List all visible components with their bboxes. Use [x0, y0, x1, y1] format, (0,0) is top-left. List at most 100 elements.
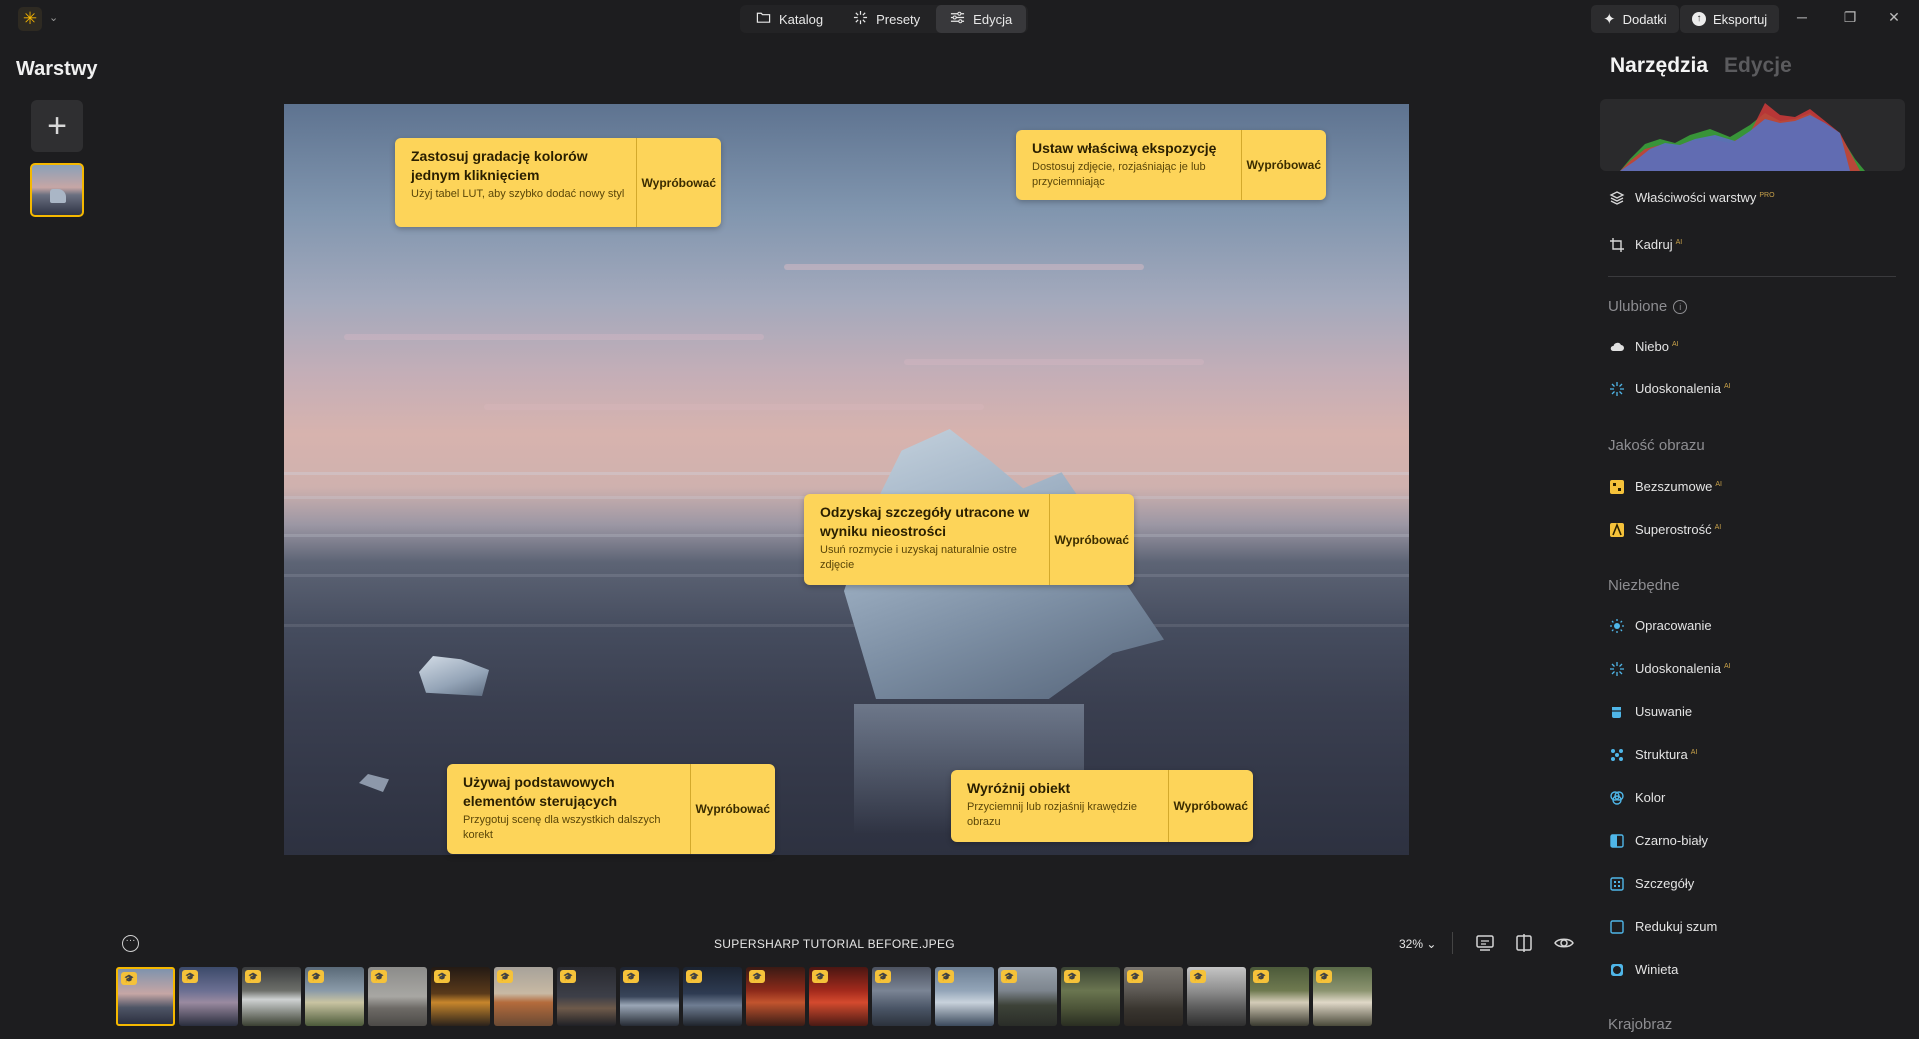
small-ice	[419, 656, 489, 696]
section-title: Ulubione i	[1608, 298, 1688, 315]
restore-icon[interactable]: ❐	[1840, 9, 1860, 26]
filmstrip-thumbnail[interactable]: 🎓	[683, 967, 742, 1026]
tab-tools[interactable]: Narzędzia	[1610, 54, 1708, 78]
filmstrip-thumbnail[interactable]: 🎓	[1313, 967, 1372, 1026]
app-logo-icon[interactable]: ✳	[18, 7, 42, 31]
cloud-icon	[1608, 338, 1625, 355]
tutorial-badge-icon: 🎓	[245, 970, 261, 983]
tutorial-badge-icon: 🎓	[1253, 970, 1269, 983]
filmstrip-thumbnail[interactable]: 🎓	[368, 967, 427, 1026]
layers-title: Warstwy	[16, 58, 98, 80]
filmstrip-thumbnail[interactable]: 🎓	[179, 967, 238, 1026]
tool-kolor[interactable]: Kolor	[1608, 789, 1665, 806]
tool-bezszumowe[interactable]: Bezszumowe AI	[1608, 478, 1722, 495]
tool-winieta[interactable]: Winieta	[1608, 961, 1678, 978]
tutorial-badge-icon: 🎓	[497, 970, 513, 983]
tool-usuwanie[interactable]: Usuwanie	[1608, 703, 1692, 720]
tool-redukuj-szum[interactable]: Redukuj szum	[1608, 918, 1717, 935]
minimize-icon[interactable]: ─	[1792, 9, 1812, 25]
filmstrip-thumbnail[interactable]: 🎓	[872, 967, 931, 1026]
tool-właściwości-warstwy[interactable]: Właściwości warstwy PRO	[1608, 189, 1775, 206]
tutorial-badge-icon: 🎓	[938, 970, 954, 983]
info-icon[interactable]: i	[1673, 300, 1688, 314]
filmstrip-thumbnail[interactable]: 🎓	[305, 967, 364, 1026]
tutorial-badge-icon: 🎓	[182, 970, 198, 983]
file-name: SUPERSHARP TUTORIAL BEFORE.JPEG	[714, 937, 955, 951]
try-button[interactable]: Wypróbować	[1169, 770, 1253, 842]
tool-opracowanie[interactable]: Opracowanie	[1608, 617, 1712, 634]
filmstrip-thumbnail[interactable]: 🎓	[935, 967, 994, 1026]
tool-niebo[interactable]: Niebo AI	[1608, 338, 1679, 355]
filmstrip-thumbnail[interactable]: 🎓	[431, 967, 490, 1026]
filmstrip-thumbnail[interactable]: 🎓	[116, 967, 175, 1026]
tab-katalog[interactable]: Katalog	[742, 5, 837, 33]
sparkle-icon	[1608, 380, 1625, 397]
chevron-down-icon[interactable]: ⌄	[49, 11, 58, 24]
tool-kadruj[interactable]: Kadruj AI	[1608, 236, 1682, 253]
try-button[interactable]: Wypróbować	[691, 764, 775, 854]
close-icon[interactable]: ✕	[1884, 9, 1904, 26]
layers-icon	[1608, 189, 1625, 206]
export-button[interactable]: ↑ Eksportuj	[1680, 5, 1780, 33]
filmstrip-thumbnail[interactable]: 🎓	[998, 967, 1057, 1026]
more-options-icon[interactable]: ···	[122, 935, 139, 952]
layer-thumbnail[interactable]	[30, 163, 84, 217]
filmstrip-thumbnail[interactable]: 🎓	[1061, 967, 1120, 1026]
filmstrip: 🎓 🎓 🎓 🎓 🎓 🎓 🎓 🎓 🎓 🎓 🎓 🎓 🎓 🎓 🎓 🎓 🎓 🎓 🎓 🎓	[116, 967, 1372, 1026]
sliders-icon	[950, 10, 965, 28]
filmstrip-thumbnail[interactable]: 🎓	[809, 967, 868, 1026]
tutorial-badge-icon: 🎓	[371, 970, 387, 983]
structure-icon	[1608, 746, 1625, 763]
top-bar: ✳ ⌄ Katalog Presety Edycja ✦ Dodatki ↑ Eks…	[0, 0, 1919, 38]
badge: AI	[1724, 663, 1731, 670]
tutorial-badge-icon: 🎓	[1127, 970, 1143, 983]
tab-edits[interactable]: Edycje	[1724, 54, 1792, 78]
add-layer-button[interactable]: +	[31, 100, 83, 152]
try-button[interactable]: Wypróbować	[1242, 130, 1326, 200]
tool-udoskonalenia[interactable]: Udoskonalenia AI	[1608, 660, 1731, 677]
tool-szczegóły[interactable]: Szczegóły	[1608, 875, 1694, 892]
tutorial-badge-icon: 🎓	[560, 970, 576, 983]
eye-icon[interactable]	[1553, 932, 1575, 954]
badge: AI	[1690, 749, 1698, 756]
tool-czarno-biały[interactable]: Czarno-biały	[1608, 832, 1708, 849]
filmstrip-thumbnail[interactable]: 🎓	[557, 967, 616, 1026]
zoom-dropdown[interactable]: 32% ⌄	[1399, 937, 1436, 951]
eraser-icon	[1608, 703, 1625, 720]
tab-presety[interactable]: Presety	[839, 5, 934, 33]
export-icon: ↑	[1692, 12, 1706, 26]
tool-udoskonalenia[interactable]: Udoskonalenia AI	[1608, 380, 1731, 397]
section-title: Niezbędne	[1608, 577, 1680, 594]
try-button[interactable]: Wypróbować	[637, 138, 721, 227]
try-button[interactable]: Wypróbować	[1050, 494, 1134, 585]
filmstrip-toggle-icon[interactable]	[1474, 932, 1496, 954]
filmstrip-thumbnail[interactable]: 🎓	[620, 967, 679, 1026]
sun-icon	[1608, 617, 1625, 634]
compare-icon[interactable]	[1513, 932, 1535, 954]
badge: AI	[1675, 239, 1683, 246]
badge: PRO	[1759, 192, 1775, 199]
tool-superostrość[interactable]: Superostrość AI	[1608, 521, 1721, 538]
badge: AI	[1724, 383, 1731, 390]
tutorial-badge-icon: 🎓	[308, 970, 324, 983]
tutorial-badge-icon: 🎓	[1316, 970, 1332, 983]
denoise-icon	[1608, 918, 1625, 935]
right-panel-tabs: Narzędzia Edycje	[1610, 54, 1792, 78]
filmstrip-thumbnail[interactable]: 🎓	[1250, 967, 1309, 1026]
noiseless-icon	[1608, 478, 1625, 495]
tab-edycja[interactable]: Edycja	[936, 5, 1027, 33]
addons-button[interactable]: ✦ Dodatki	[1591, 5, 1679, 33]
tutorial-badge-icon: 🎓	[749, 970, 765, 983]
filmstrip-thumbnail[interactable]: 🎓	[1187, 967, 1246, 1026]
section-title: Jakość obrazu	[1608, 437, 1705, 454]
filmstrip-thumbnail[interactable]: 🎓	[242, 967, 301, 1026]
tutorial-badge-icon: 🎓	[623, 970, 639, 983]
tutorial-badge-icon: 🎓	[1001, 970, 1017, 983]
tool-struktura[interactable]: Struktura AI	[1608, 746, 1697, 763]
filmstrip-thumbnail[interactable]: 🎓	[494, 967, 553, 1026]
filmstrip-thumbnail[interactable]: 🎓	[746, 967, 805, 1026]
vignette-icon	[1608, 961, 1625, 978]
tip-card-sharpness: Odzyskaj szczegóły utracone w wyniku nie…	[804, 494, 1134, 585]
tutorial-badge-icon: 🎓	[812, 970, 828, 983]
filmstrip-thumbnail[interactable]: 🎓	[1124, 967, 1183, 1026]
